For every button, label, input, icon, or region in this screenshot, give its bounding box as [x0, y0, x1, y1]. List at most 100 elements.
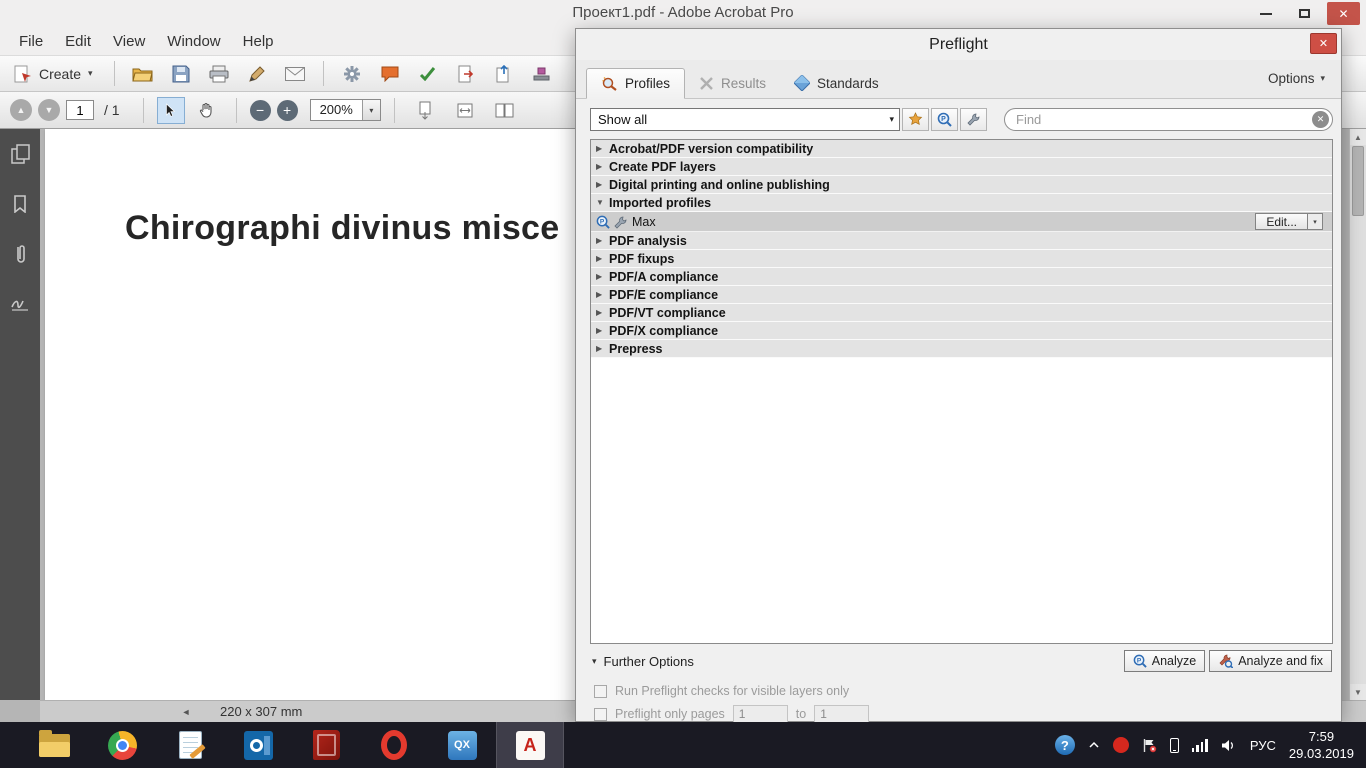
hand-tool-button[interactable] [191, 97, 223, 124]
next-page-button[interactable]: ▼ [38, 99, 60, 121]
expand-triangle-icon[interactable]: ▶ [596, 344, 609, 353]
tab-standards[interactable]: Standards [780, 68, 893, 98]
scrolling-mode-button[interactable] [408, 96, 442, 124]
tab-results[interactable]: Results [685, 69, 780, 98]
profile-item-max[interactable]: P Max Edit... ▾ [591, 212, 1332, 232]
close-button[interactable]: ✕ [1327, 2, 1360, 25]
maximize-button[interactable] [1289, 2, 1319, 25]
print-button[interactable] [202, 60, 236, 88]
select-tool-button[interactable] [157, 97, 185, 124]
caret-down-icon[interactable]: ▾ [362, 100, 380, 120]
menu-view[interactable]: View [102, 33, 156, 50]
fixups-view-button[interactable] [960, 108, 987, 131]
profile-category[interactable]: ▶Prepress [591, 340, 1332, 358]
language-indicator[interactable]: РУС [1250, 738, 1276, 753]
taskbar-app-opera[interactable] [360, 722, 428, 768]
profile-category[interactable]: ▶PDF fixups [591, 250, 1332, 268]
options-button[interactable]: Options ▾ [1268, 71, 1325, 86]
edit-profile-button[interactable]: Edit... [1255, 213, 1308, 230]
profile-category[interactable]: ▶PDF/A compliance [591, 268, 1332, 286]
expand-triangle-icon[interactable]: ▶ [596, 290, 609, 299]
stamp-button[interactable] [525, 60, 559, 88]
volume-icon[interactable] [1221, 739, 1237, 752]
profile-category[interactable]: ▶PDF/VT compliance [591, 304, 1332, 322]
create-button[interactable]: Create ▾ [8, 62, 103, 86]
only-pages-checkbox[interactable] [594, 708, 607, 721]
page-from-input[interactable] [733, 705, 788, 723]
page-number-input[interactable] [66, 100, 94, 120]
profile-category[interactable]: ▶Digital printing and online publishing [591, 176, 1332, 194]
find-input[interactable] [1016, 112, 1312, 127]
profile-category[interactable]: ▶PDF analysis [591, 232, 1332, 250]
clear-search-button[interactable]: ✕ [1312, 111, 1329, 128]
scrollbar-thumb[interactable] [1352, 146, 1364, 216]
settings-button[interactable] [335, 60, 369, 88]
export-button[interactable] [449, 60, 483, 88]
profile-category-imported[interactable]: ▼Imported profiles [591, 194, 1332, 212]
scroll-up-button[interactable]: ▲ [1350, 129, 1366, 145]
attachments-button[interactable] [7, 241, 33, 267]
sign-button[interactable] [240, 60, 274, 88]
taskbar-app-chrome[interactable] [88, 722, 156, 768]
zoom-level-dropdown[interactable]: 200% ▾ [310, 99, 381, 121]
edit-dropdown-button[interactable]: ▾ [1308, 213, 1323, 230]
zoom-out-button[interactable]: − [250, 100, 271, 121]
antivirus-icon[interactable] [1113, 737, 1129, 753]
page-to-input[interactable] [814, 705, 869, 723]
profile-category[interactable]: ▶Acrobat/PDF version compatibility [591, 140, 1332, 158]
analyze-and-fix-button[interactable]: Analyze and fix [1209, 650, 1332, 672]
network-signal-icon[interactable] [1192, 738, 1208, 752]
taskbar-app-outlook[interactable] [224, 722, 292, 768]
select-profiles-view-button[interactable] [902, 108, 929, 131]
expand-triangle-icon[interactable]: ▶ [596, 144, 609, 153]
two-page-view-button[interactable] [488, 96, 522, 124]
profile-filter-dropdown[interactable]: Show all ▾ [590, 108, 900, 131]
analysis-view-button[interactable]: P [931, 108, 958, 131]
menu-window[interactable]: Window [156, 33, 231, 50]
further-options-toggle[interactable]: ▾ Further Options [592, 654, 694, 669]
profile-category[interactable]: ▶PDF/E compliance [591, 286, 1332, 304]
tab-profiles[interactable]: Profiles [586, 68, 685, 99]
scroll-left-button[interactable]: ◄ [178, 704, 194, 720]
page-thumbnails-button[interactable] [7, 141, 33, 167]
save-button[interactable] [164, 60, 198, 88]
email-button[interactable] [278, 60, 312, 88]
expand-triangle-icon[interactable]: ▶ [596, 308, 609, 317]
expand-triangle-icon[interactable]: ▶ [596, 326, 609, 335]
share-button[interactable] [487, 60, 521, 88]
menu-help[interactable]: Help [232, 33, 285, 50]
menu-file[interactable]: File [8, 33, 54, 50]
zoom-in-button[interactable]: + [277, 100, 298, 121]
signatures-button[interactable] [7, 291, 33, 317]
previous-page-button[interactable]: ▲ [10, 99, 32, 121]
expand-triangle-icon[interactable]: ▶ [596, 236, 609, 245]
comment-button[interactable] [373, 60, 407, 88]
expand-triangle-icon[interactable]: ▶ [596, 254, 609, 263]
collapse-triangle-icon[interactable]: ▼ [596, 198, 609, 207]
taskbar-clock[interactable]: 7:59 29.03.2019 [1289, 728, 1354, 762]
fit-width-button[interactable] [448, 96, 482, 124]
bookmarks-button[interactable] [7, 191, 33, 217]
visible-layers-checkbox[interactable] [594, 685, 607, 698]
menu-edit[interactable]: Edit [54, 33, 102, 50]
open-button[interactable] [126, 60, 160, 88]
preflight-close-button[interactable]: ✕ [1310, 33, 1337, 54]
taskbar-app-quarkxpress[interactable]: QX [428, 722, 496, 768]
taskbar-app-acrobat[interactable]: A [496, 722, 564, 768]
taskbar-app-file-explorer[interactable] [20, 722, 88, 768]
expand-triangle-icon[interactable]: ▶ [596, 162, 609, 171]
expand-triangle-icon[interactable]: ▶ [596, 180, 609, 189]
profile-category[interactable]: ▶Create PDF layers [591, 158, 1332, 176]
minimize-button[interactable] [1251, 2, 1281, 25]
expand-triangle-icon[interactable]: ▶ [596, 272, 609, 281]
show-hidden-icons-button[interactable] [1088, 741, 1100, 749]
scroll-down-button[interactable]: ▼ [1350, 684, 1366, 700]
action-center-flag-icon[interactable] [1142, 738, 1157, 753]
fill-sign-button[interactable] [411, 60, 445, 88]
device-icon[interactable] [1170, 738, 1179, 753]
taskbar-app-ebook-reader[interactable] [292, 722, 360, 768]
taskbar-app-text-editor[interactable] [156, 722, 224, 768]
profile-category[interactable]: ▶PDF/X compliance [591, 322, 1332, 340]
preflight-titlebar[interactable]: Preflight ✕ [576, 29, 1341, 60]
help-icon[interactable]: ? [1055, 735, 1075, 755]
